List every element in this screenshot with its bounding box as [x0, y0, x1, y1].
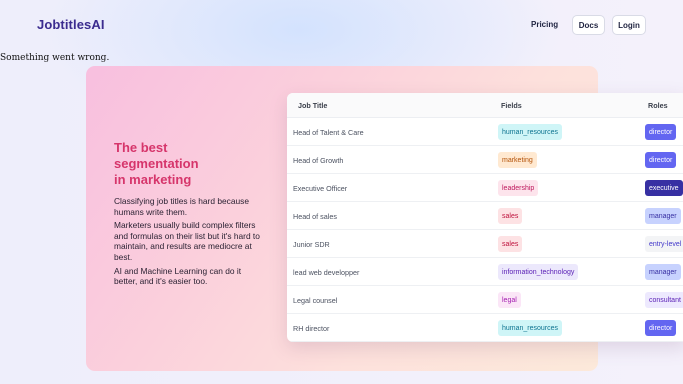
field-tag: marketing — [498, 152, 537, 168]
table-row[interactable]: lead web developper information_technolog… — [287, 258, 683, 286]
error-message: Something went wrong. — [0, 53, 110, 63]
job-title-cell: lead web developper — [293, 268, 360, 277]
job-title-cell: Legal counsel — [293, 296, 338, 305]
nav-docs-button[interactable]: Docs — [572, 15, 605, 35]
table-row[interactable]: RH director human_resources director — [287, 314, 683, 342]
hero-paragraph: AI and Machine Learning can do it better… — [114, 265, 242, 287]
field-tag: human_resources — [498, 320, 563, 336]
field-tag: sales — [498, 208, 523, 224]
field-tag: leadership — [498, 180, 539, 196]
field-tag: information_technology — [498, 264, 579, 280]
role-tag: executive — [645, 180, 683, 196]
job-title-cell: RH director — [293, 324, 330, 333]
table-row[interactable]: Junior SDR sales entry-level — [287, 230, 683, 258]
role-tag: manager — [645, 208, 681, 224]
nav-pricing-link[interactable]: Pricing — [531, 20, 558, 29]
column-header-roles: Roles — [648, 101, 668, 110]
role-tag: director — [645, 320, 677, 336]
table-row[interactable]: Legal counsel legal consultant — [287, 286, 683, 314]
role-tag: consultant — [645, 292, 683, 308]
job-title-cell: Head of Talent & Care — [293, 128, 364, 137]
role-tag: director — [645, 124, 677, 140]
hero-description: Classifying job titles is hard because h… — [114, 196, 264, 290]
job-title-cell: Head of Growth — [293, 156, 344, 165]
role-tag: entry-level — [645, 236, 683, 252]
hero-paragraph: Classifying job titles is hard because h… — [114, 196, 249, 217]
field-tag: sales — [498, 236, 523, 252]
table-row[interactable]: Executive Officer leadership executive — [287, 174, 683, 202]
hero-paragraph: Marketers usually build complex filters … — [114, 220, 260, 262]
job-title-cell: Head of sales — [293, 212, 337, 221]
job-titles-table: Job Title Fields Roles Head of Talent & … — [287, 93, 683, 342]
job-title-cell: Junior SDR — [293, 240, 330, 249]
table-row[interactable]: Head of Growth marketing director — [287, 146, 683, 174]
field-tag: human_resources — [498, 124, 563, 140]
top-nav: JobtitlesAI Pricing Docs Login — [0, 0, 683, 50]
hero-title-line: The best — [114, 140, 168, 155]
field-tag: legal — [498, 292, 521, 308]
hero-title-line: in marketing — [114, 172, 192, 187]
table-row[interactable]: Head of Talent & Care human_resources dire… — [287, 118, 683, 146]
nav-login-button[interactable]: Login — [612, 15, 646, 35]
job-title-cell: Executive Officer — [293, 184, 348, 193]
table-header: Job Title Fields Roles — [287, 93, 683, 118]
column-header-job-title: Job Title — [298, 101, 328, 110]
hero-title: The best segmentation in marketing — [114, 140, 264, 188]
logo[interactable]: JobtitlesAI — [37, 17, 105, 32]
column-header-fields: Fields — [501, 101, 522, 110]
role-tag: director — [645, 152, 677, 168]
role-tag: manager — [645, 264, 681, 280]
table-row[interactable]: Head of sales sales manager — [287, 202, 683, 230]
hero-title-line: segmentation — [114, 156, 199, 171]
